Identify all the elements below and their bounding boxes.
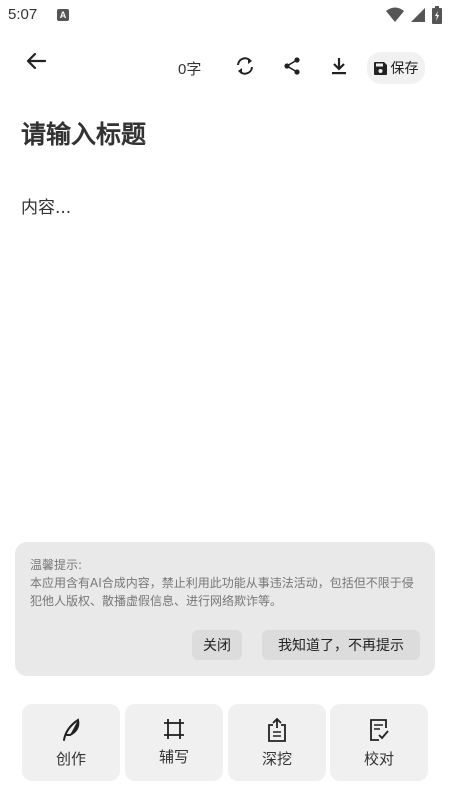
crop-icon	[164, 719, 184, 739]
tip-body: 本应用含有AI合成内容，禁止利用此功能从事违法活动，包括但不限于侵犯他人版权、散…	[30, 576, 414, 608]
save-label: 保存	[390, 61, 419, 77]
floppy-disk-icon	[373, 61, 387, 75]
save-button[interactable]: 保存	[367, 52, 425, 84]
status-icons	[386, 6, 442, 24]
content-input[interactable]: 内容...	[21, 193, 71, 218]
signal-icon	[411, 8, 425, 22]
tab-assist[interactable]: 辅写	[125, 704, 223, 781]
wifi-icon	[386, 7, 404, 22]
status-time: 5:07	[8, 6, 38, 23]
dismiss-forever-button[interactable]: 我知道了，不再提示	[262, 630, 420, 660]
tab-label: 创作	[55, 750, 86, 768]
tab-proofread[interactable]: 校对	[330, 704, 428, 781]
download-icon	[332, 58, 346, 75]
download-button[interactable]	[327, 54, 351, 78]
share-button[interactable]	[280, 54, 304, 78]
sync-button[interactable]	[233, 54, 257, 78]
tab-label: 辅写	[158, 748, 189, 766]
battery-icon	[432, 6, 442, 24]
status-bar: 5:07 A	[0, 0, 450, 32]
feather-icon	[63, 718, 80, 741]
tab-create[interactable]: 创作	[22, 704, 120, 781]
tip-title: 温馨提示:	[30, 558, 83, 572]
share-icon	[284, 57, 300, 75]
tab-label: 深挖	[261, 750, 292, 768]
notification-badge: A	[57, 9, 69, 21]
back-button[interactable]	[20, 45, 52, 77]
tab-label: 校对	[363, 750, 394, 768]
sync-icon	[237, 57, 253, 75]
word-count: 0字	[178, 61, 202, 78]
title-input[interactable]: 请输入标题	[21, 115, 146, 151]
tab-deep-dig[interactable]: 深挖	[228, 704, 326, 781]
close-tip-button[interactable]: 关闭	[192, 630, 242, 660]
clipboard-upload-icon	[268, 718, 286, 742]
arrow-left-icon	[26, 52, 47, 70]
document-check-icon	[370, 719, 389, 741]
tip-card: 温馨提示: 本应用含有AI合成内容，禁止利用此功能从事违法活动，包括但不限于侵犯…	[15, 542, 435, 676]
